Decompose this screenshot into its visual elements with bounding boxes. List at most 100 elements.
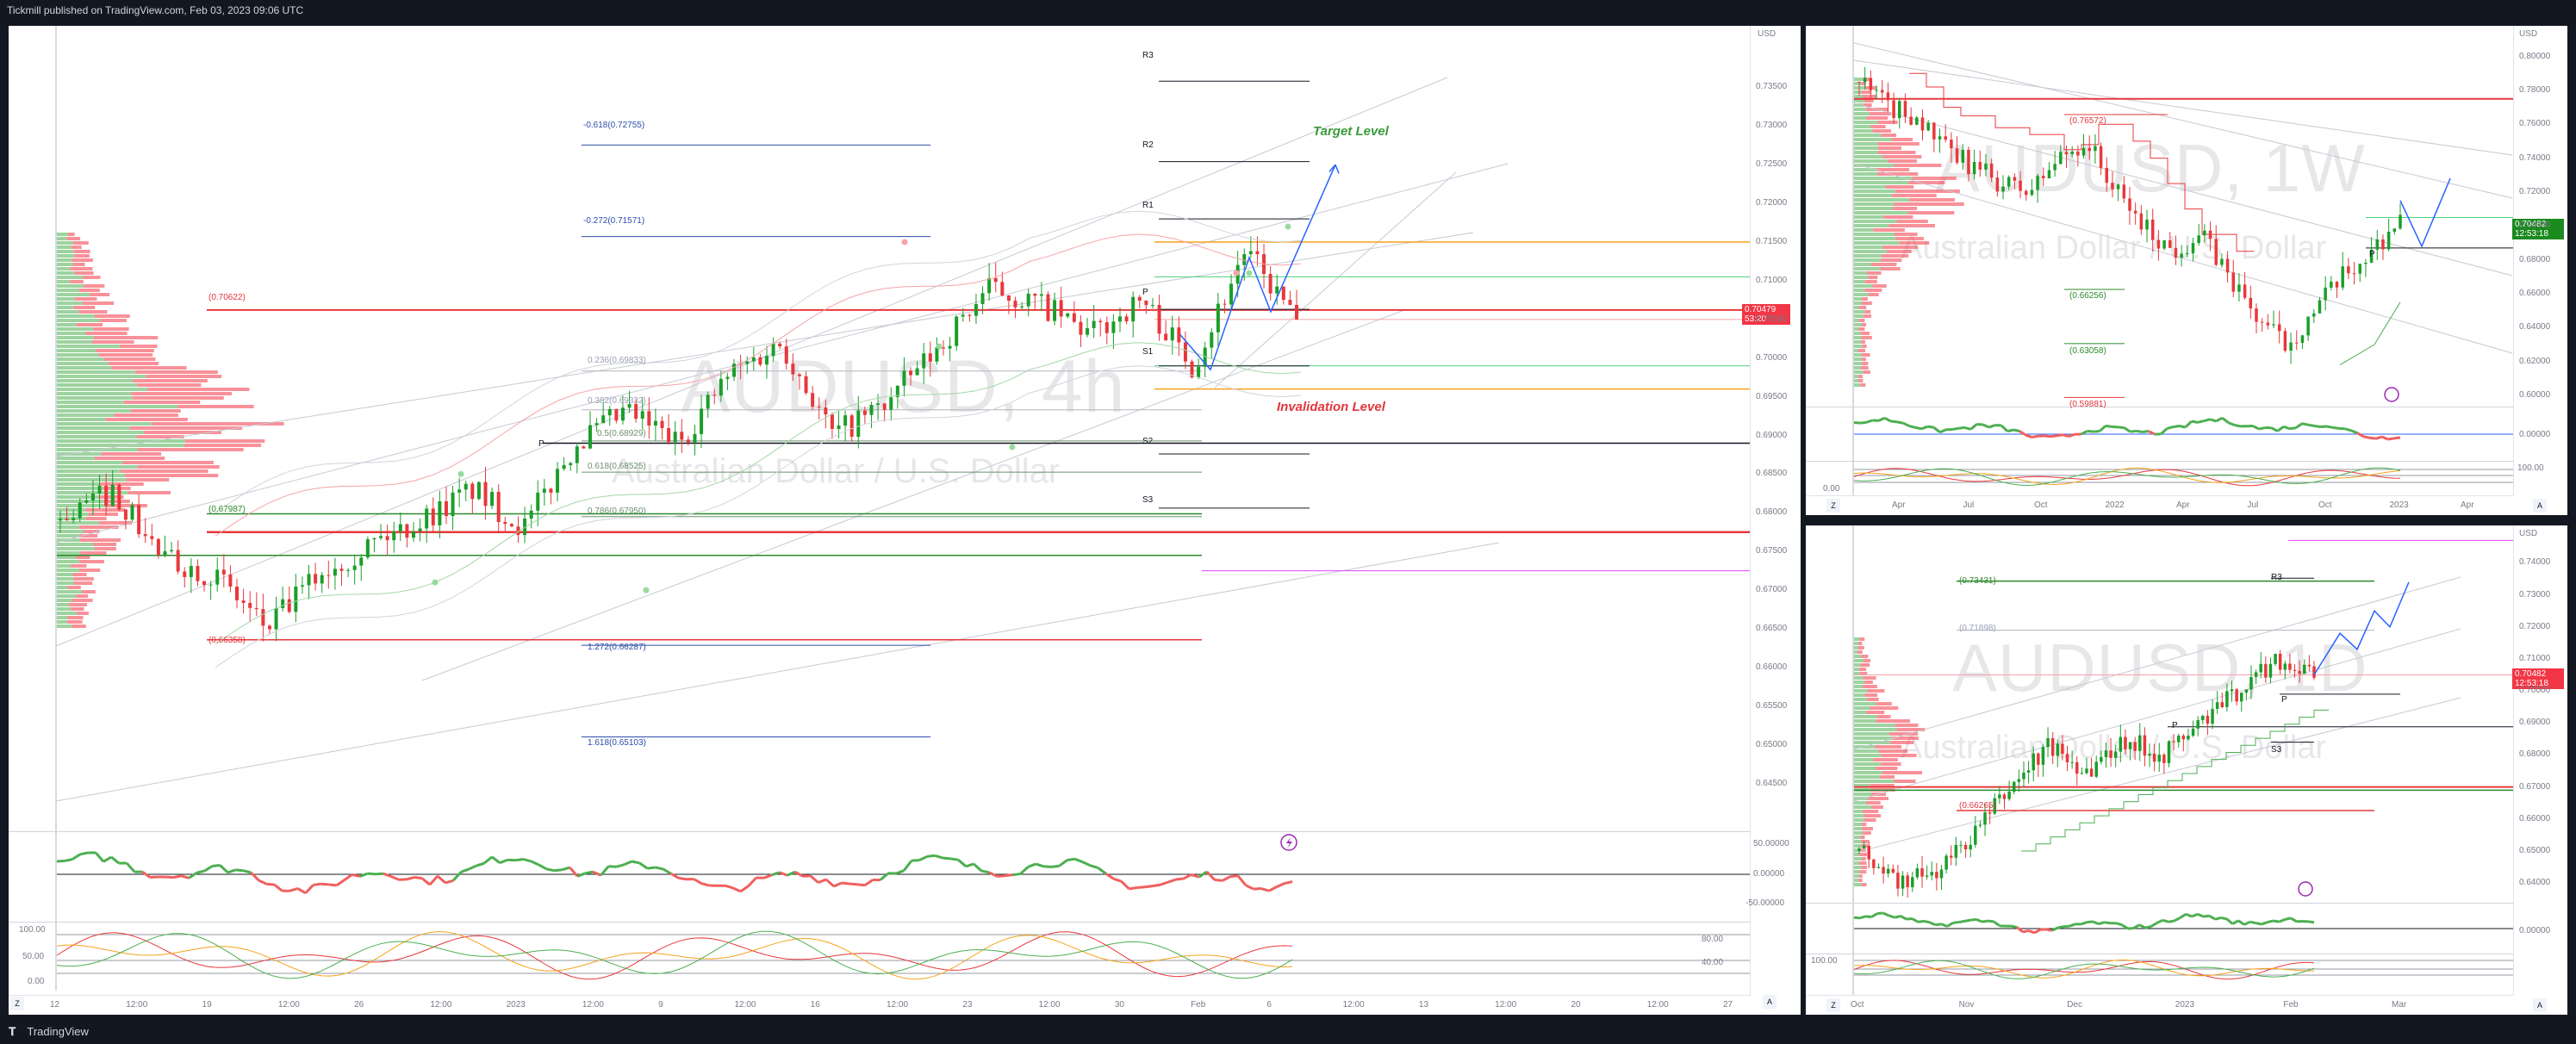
volume-profile-bar — [1894, 202, 1964, 206]
daily-time-axis[interactable] — [1806, 995, 2514, 1015]
volume-profile-bar — [57, 340, 92, 344]
volume-profile-bar — [85, 517, 107, 520]
volume-profile-bar — [93, 543, 117, 546]
candle-body — [2214, 239, 2218, 265]
volume-profile-bar — [130, 409, 181, 413]
weekly-level-76572: (0.76572) — [2069, 116, 2106, 126]
volume-profile-bar — [126, 478, 170, 482]
candle-body — [2157, 755, 2162, 762]
oscillator-segment — [918, 854, 928, 861]
candle-body — [215, 569, 220, 585]
oscillator-segment — [965, 862, 974, 868]
oscillator-segment — [1113, 877, 1123, 883]
oscillator-segment — [2237, 919, 2245, 926]
volume-profile-bar — [71, 564, 87, 568]
candle-body — [137, 505, 141, 535]
volume-profile-bar — [1854, 108, 1867, 111]
time-tick: Apr — [1892, 500, 1906, 510]
projection-path — [2399, 177, 2451, 248]
time-tick: 12:00 — [430, 1000, 452, 1010]
weekly-level-59881: (0.59881) — [2069, 400, 2106, 409]
candle-body — [2274, 653, 2277, 664]
main-time-axis[interactable] — [9, 995, 1751, 1015]
weekly-auto-scale-button[interactable]: A — [2533, 499, 2547, 513]
volume-profile-bar — [57, 599, 72, 602]
candle-body — [333, 569, 337, 576]
volume-profile-bar — [1854, 202, 1895, 206]
volume-profile-bar — [1858, 379, 1864, 382]
weekly-price-axis[interactable]: USD — [2513, 26, 2567, 515]
volume-profile-bar — [1854, 375, 1859, 378]
volume-profile-bar — [1867, 698, 1879, 701]
candle-body — [1963, 844, 1968, 850]
candle-body — [2318, 300, 2322, 314]
main-price-chart[interactable] — [9, 26, 1801, 1015]
time-tick: 2022 — [2105, 500, 2125, 510]
tradingview-logo-icon[interactable]: 𝐓 — [9, 1020, 24, 1044]
main-chart-panel[interactable]: AUDUSD, 4h Australian Dollar / U.S. Doll… — [9, 26, 1801, 1015]
volume-profile-bar — [57, 564, 72, 568]
oscillator-segment — [1888, 914, 1895, 919]
candle-body — [2085, 768, 2088, 774]
candle-body — [784, 346, 788, 364]
volume-profile-bar — [57, 258, 72, 262]
trend-line — [55, 77, 1448, 647]
oscillator-segment — [1051, 864, 1060, 868]
oscillator-segment — [1129, 886, 1137, 891]
auto-scale-button[interactable]: A — [1763, 995, 1776, 1009]
candle-body — [72, 518, 76, 521]
volume-profile-bar — [67, 586, 81, 589]
candle-body — [2019, 180, 2022, 191]
price-tick: 0.64500 — [1756, 778, 1788, 788]
weekly-chart-panel[interactable]: AUDUSD, 1W Australian Dollar / U.S. Doll… — [1806, 26, 2567, 515]
weekly-price-chart[interactable] — [1806, 26, 2567, 515]
volume-profile-bar — [1891, 194, 1937, 197]
daily-chart-panel[interactable]: AUDUSD, 1D Australian Dollar / U.S. Doll… — [1806, 525, 2567, 1015]
candle-body — [1020, 306, 1024, 308]
volume-profile-bar — [57, 263, 73, 266]
footer-brand[interactable]: TradingView — [27, 1025, 89, 1038]
volume-profile-bar — [57, 301, 83, 305]
oscillator-segment — [1136, 886, 1145, 889]
volume-profile-bar — [1854, 194, 1892, 197]
volume-profile-bar — [1876, 719, 1911, 723]
oscillator-segment — [1908, 425, 1916, 429]
daily-auto-scale-button[interactable]: A — [2533, 998, 2547, 1012]
volume-profile-bar — [72, 241, 89, 245]
oscillator-segment — [1957, 426, 1965, 430]
volume-profile-bar — [1863, 95, 1877, 98]
candle-body — [2266, 322, 2270, 326]
daily-osc2-tick-100: 100.00 — [1811, 956, 1838, 966]
volume-profile-bar — [1854, 190, 1895, 193]
daily-price-chart[interactable] — [1806, 525, 2567, 1015]
volume-profile-bar — [124, 474, 219, 477]
weekly-zoom-toggle-button[interactable]: Z — [1826, 499, 1840, 513]
candle-body — [1124, 316, 1129, 322]
volume-profile-bar — [57, 332, 86, 335]
oscillator-segment — [2332, 426, 2339, 430]
main-price-axis[interactable]: USD — [1750, 26, 1801, 1015]
candle-body — [942, 347, 945, 349]
oscillator-segment — [949, 857, 959, 861]
volume-profile-bar — [57, 375, 146, 378]
volume-profile-bar — [57, 418, 106, 421]
oscillator-segment — [2197, 912, 2205, 918]
volume-profile-bar — [99, 319, 127, 322]
daily-zoom-toggle-button[interactable]: Z — [1826, 998, 1840, 1012]
oscillator-segment — [1012, 873, 1021, 877]
zoom-toggle-button[interactable]: Z — [10, 997, 24, 1010]
volume-profile-bar — [1859, 637, 1865, 641]
volume-profile-bar — [184, 444, 262, 447]
volume-profile-bar — [1854, 736, 1893, 740]
volume-profile-bar — [1854, 642, 1859, 645]
oscillator-segment — [2033, 928, 2042, 935]
volume-profile-bar — [1854, 271, 1867, 275]
oscillator-segment — [273, 883, 283, 892]
candle-body — [882, 403, 887, 410]
candle-body — [2050, 738, 2055, 756]
oscillator-segment — [934, 854, 943, 860]
candle-body — [876, 403, 880, 405]
volume-profile-bar — [57, 607, 72, 611]
price-tick: 0.68500 — [1756, 469, 1788, 479]
oscillator-segment — [2150, 922, 2158, 928]
